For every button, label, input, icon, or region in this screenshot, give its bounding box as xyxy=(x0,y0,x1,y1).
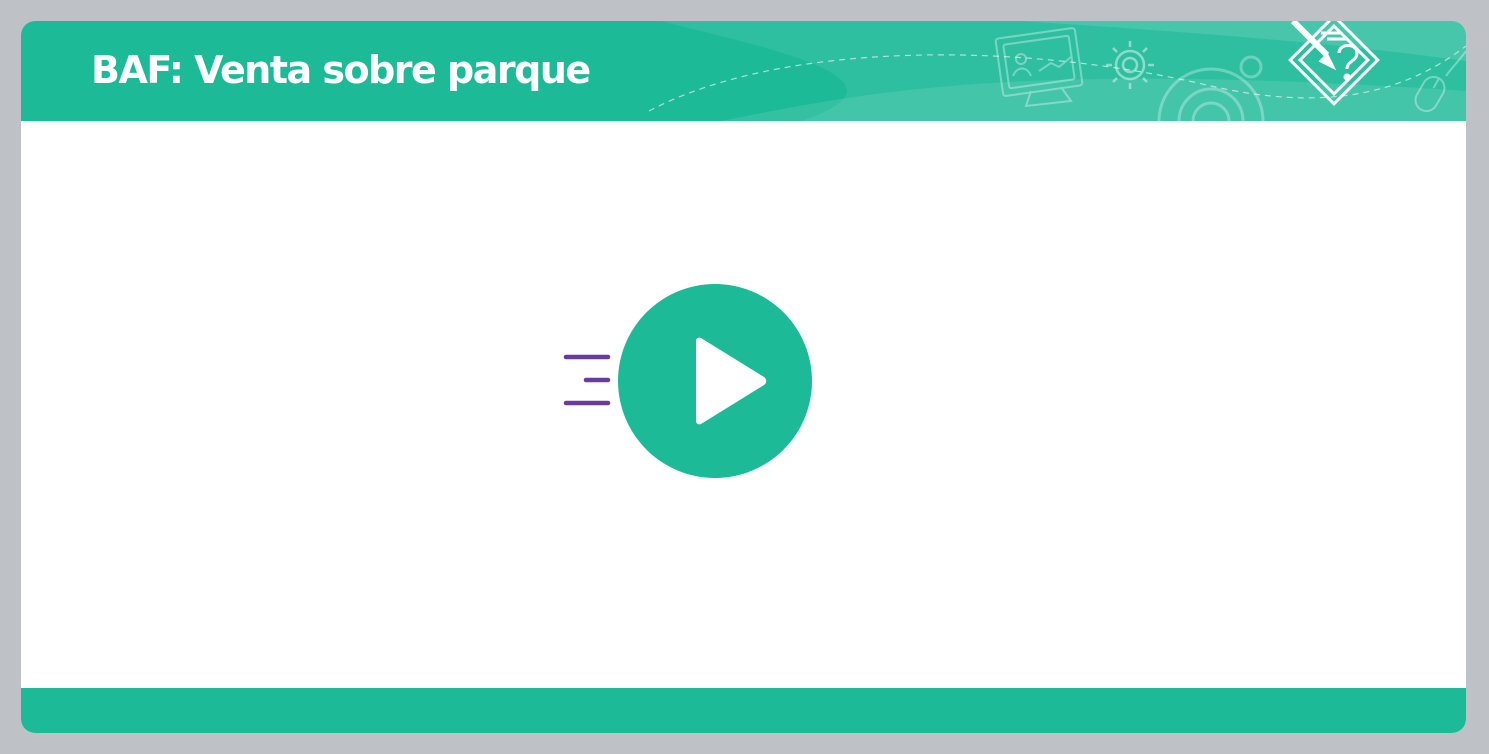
play-icon xyxy=(696,337,767,425)
play-circle[interactable] xyxy=(618,284,812,478)
motion-lines-icon xyxy=(563,354,611,406)
page-title: BAF: Venta sobre parque xyxy=(91,48,591,92)
video-card: BAF: Venta sobre parque xyxy=(21,21,1466,733)
footer-bar xyxy=(21,688,1466,733)
header-banner: BAF: Venta sobre parque xyxy=(21,21,1466,121)
play-button[interactable] xyxy=(561,281,821,481)
